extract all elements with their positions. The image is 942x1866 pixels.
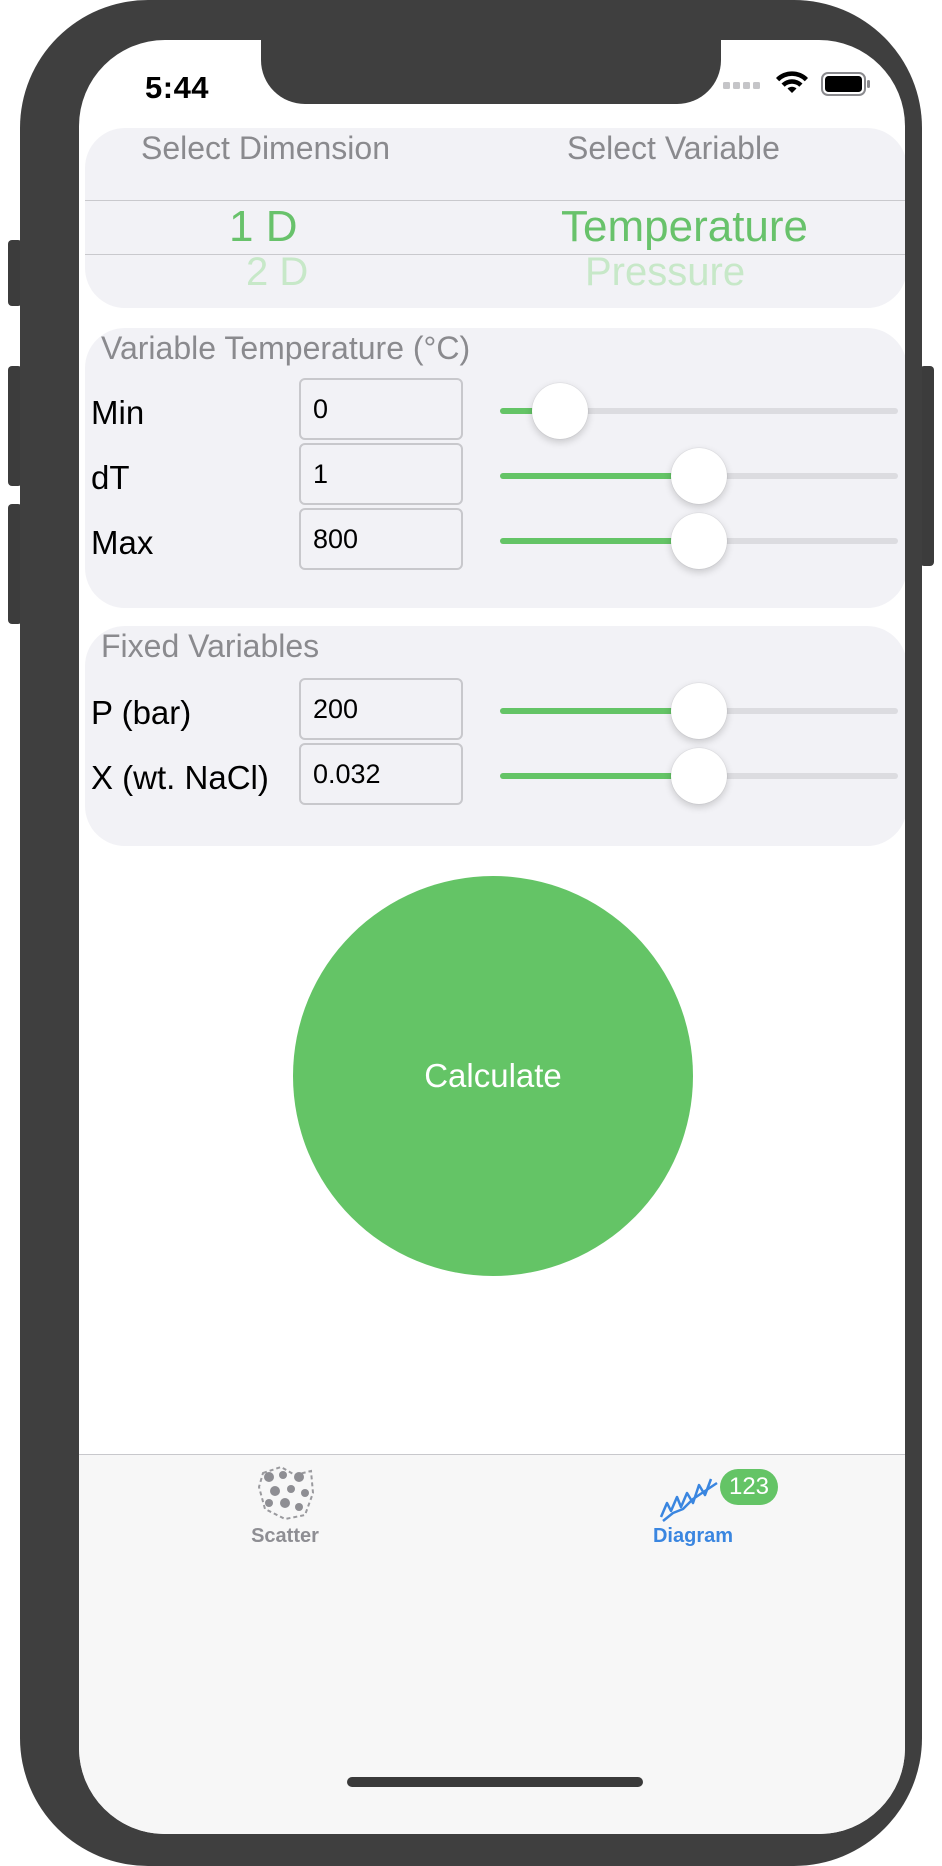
fixed-panel-title: Fixed Variables xyxy=(101,628,320,664)
max-label: Max xyxy=(91,524,154,561)
dt-label: dT xyxy=(91,459,130,496)
salinity-input[interactable] xyxy=(301,745,461,803)
pressure-label: P (bar) xyxy=(91,694,192,731)
slider-thumb[interactable] xyxy=(671,448,727,504)
variable-picker-header: Select Variable xyxy=(567,130,780,166)
salinity-label: X (wt. NaCl) xyxy=(91,759,269,796)
tab-scatter[interactable]: Scatter xyxy=(205,1463,365,1553)
min-input[interactable] xyxy=(301,380,461,438)
diagram-badge: 123 xyxy=(720,1469,778,1505)
notch xyxy=(261,40,721,104)
dt-field[interactable] xyxy=(299,443,463,505)
diagram-icon xyxy=(659,1473,723,1528)
variable-next-option[interactable]: Pressure xyxy=(585,250,745,295)
scatter-icon xyxy=(255,1463,317,1526)
fixed-variables-panel: Fixed Variables P (bar) X (wt. NaCl) xyxy=(85,626,905,846)
variable-panel-title: Variable Temperature (°C) xyxy=(101,330,471,366)
screen: 5:44 Select Dimension Select Variable 1 … xyxy=(79,40,905,1834)
slider-fill xyxy=(500,773,699,779)
pressure-input[interactable] xyxy=(301,680,461,738)
tab-diagram-label: Diagram xyxy=(652,1525,734,1547)
battery-icon xyxy=(821,71,871,101)
calculate-button[interactable]: Calculate xyxy=(293,876,693,1276)
home-indicator xyxy=(347,1777,643,1787)
picker-selection-top-line xyxy=(85,200,905,201)
signal-icon xyxy=(723,77,763,95)
salinity-slider[interactable] xyxy=(500,748,898,804)
max-input[interactable] xyxy=(301,510,461,568)
dimension-selected-option[interactable]: 1 D xyxy=(229,202,297,252)
pressure-slider[interactable] xyxy=(500,683,898,739)
slider-fill xyxy=(500,708,699,714)
salinity-field[interactable] xyxy=(299,743,463,805)
tab-diagram[interactable]: 123 Diagram xyxy=(613,1463,778,1553)
wifi-icon xyxy=(775,70,809,102)
variable-panel: Variable Temperature (°C) Min dT Max xyxy=(85,328,905,608)
picker-selection-bottom-line xyxy=(85,254,905,255)
pressure-field[interactable] xyxy=(299,678,463,740)
dimension-next-option[interactable]: 2 D xyxy=(246,250,308,295)
dimension-picker-header: Select Dimension xyxy=(141,130,390,166)
slider-fill xyxy=(500,473,699,479)
variable-selected-option[interactable]: Temperature xyxy=(561,202,808,252)
status-time: 5:44 xyxy=(145,70,210,105)
device-frame: 5:44 Select Dimension Select Variable 1 … xyxy=(20,0,922,1866)
slider-thumb[interactable] xyxy=(671,513,727,569)
slider-thumb[interactable] xyxy=(531,383,588,439)
max-field[interactable] xyxy=(299,508,463,570)
dimension-variable-picker[interactable]: Select Dimension Select Variable 1 D 2 D… xyxy=(85,128,905,308)
dt-slider[interactable] xyxy=(500,448,898,504)
max-slider[interactable] xyxy=(500,513,898,569)
dt-input[interactable] xyxy=(301,445,461,503)
min-field[interactable] xyxy=(299,378,463,440)
min-label: Min xyxy=(91,394,145,431)
slider-thumb[interactable] xyxy=(671,683,727,739)
tab-scatter-label: Scatter xyxy=(251,1525,319,1547)
min-slider[interactable] xyxy=(500,383,898,439)
slider-fill xyxy=(500,538,699,544)
power-button xyxy=(920,366,934,566)
slider-thumb[interactable] xyxy=(671,748,727,804)
status-icons xyxy=(723,70,871,102)
